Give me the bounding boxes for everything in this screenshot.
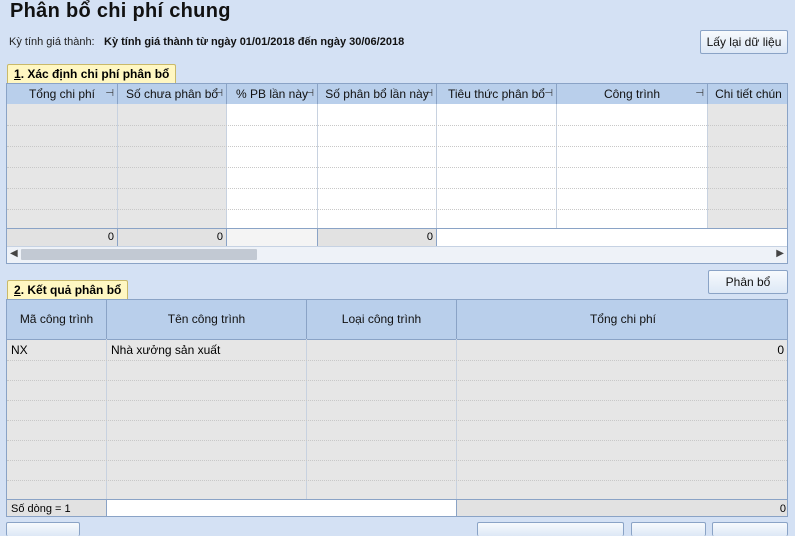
col-project-code [7, 339, 107, 499]
col-header-total-cost[interactable]: Tổng chi phí [457, 300, 787, 339]
cell-project-code: NX [11, 343, 28, 357]
row-divider [7, 420, 787, 421]
bottom-button[interactable] [6, 522, 80, 536]
row-divider [7, 480, 787, 481]
tab-number: 2 [14, 283, 21, 297]
bottom-button[interactable] [712, 522, 788, 536]
footer-blank [107, 500, 457, 516]
col-header-project-code[interactable]: Mã công trình [7, 300, 107, 339]
col-project-name [107, 339, 307, 499]
row-divider [7, 125, 787, 126]
total-cost-sum: 0 [7, 229, 118, 246]
pin-icon[interactable]: ⊣ [695, 84, 704, 104]
row-divider [7, 380, 787, 381]
col-header-project[interactable]: Công trình ⊣ [557, 84, 708, 104]
row-divider [7, 167, 787, 168]
row-divider [7, 209, 787, 210]
row-divider [7, 146, 787, 147]
tab-title: . Kết quả phân bổ [20, 283, 122, 297]
pin-icon[interactable]: ⊣ [544, 84, 553, 104]
footer-row: Số dòng = 1 0 [7, 499, 787, 516]
allocation-result-grid[interactable]: Mã công trình Tên công trình Loại công t… [6, 299, 788, 517]
allocated-now-sum: 0 [318, 229, 437, 246]
arrow-left-icon[interactable]: ◀ [10, 248, 18, 259]
cell-project-type [307, 340, 457, 360]
row-divider [7, 400, 787, 401]
period-value: Kỳ tính giá thành từ ngày 01/01/2018 đến… [104, 36, 405, 48]
row-divider [7, 460, 787, 461]
percent-sum [227, 229, 318, 246]
arrow-right-icon[interactable]: ▶ [776, 248, 784, 259]
bottom-button[interactable] [631, 522, 706, 536]
cost-allocation-grid[interactable]: Tổng chi phí ⊣ Số chưa phân bổ ⊣ % PB lần … [6, 83, 788, 264]
tab-title: . Xác định chi phí phân bổ [20, 67, 170, 81]
pin-icon[interactable]: ⊣ [424, 84, 433, 104]
allocate-button[interactable]: Phân bổ [708, 270, 788, 294]
footer-total: 0 [779, 503, 786, 515]
remaining-sum [437, 229, 787, 246]
table-row[interactable]: NX Nhà xưởng sản xuất 0 [7, 340, 787, 360]
col-header-project-name[interactable]: Tên công trình [107, 300, 307, 339]
col-header-details[interactable]: Chi tiết chún [708, 84, 787, 104]
page-title: Phân bổ chi phí chung [10, 0, 231, 22]
tab-cost-allocation[interactable]: 1. Xác định chi phí phân bổ [7, 64, 177, 84]
pin-icon[interactable]: ⊣ [214, 84, 223, 104]
horizontal-scrollbar[interactable]: ◀ ▶ [7, 246, 787, 263]
row-divider [7, 188, 787, 189]
totals-row: 0 0 0 [7, 228, 787, 246]
col-project-type [307, 339, 457, 499]
tab-allocation-result[interactable]: 2. Kết quả phân bổ [7, 280, 129, 300]
pin-icon[interactable]: ⊣ [305, 84, 314, 104]
row-divider [7, 440, 787, 441]
grid-header: Tổng chi phí ⊣ Số chưa phân bổ ⊣ % PB lần … [7, 84, 787, 105]
reload-data-button[interactable]: Lấy lại dữ liệu [700, 30, 788, 54]
bottom-button[interactable] [477, 522, 624, 536]
period-label: Kỳ tính giá thành: [9, 36, 95, 48]
grid-header: Mã công trình Tên công trình Loại công t… [7, 300, 787, 340]
col-header-percent[interactable]: % PB lần này ⊣ [227, 84, 318, 104]
unallocated-sum: 0 [118, 229, 227, 246]
cell-total-cost: 0 [777, 343, 784, 357]
col-header-total-cost[interactable]: Tổng chi phí ⊣ [7, 84, 118, 104]
col-header-criteria[interactable]: Tiêu thức phân bổ ⊣ [437, 84, 557, 104]
row-divider [7, 360, 787, 361]
scrollbar-thumb[interactable] [21, 249, 257, 260]
col-header-project-type[interactable]: Loại công trình [307, 300, 457, 339]
col-header-allocated-now[interactable]: Số phân bổ lần này ⊣ [318, 84, 437, 104]
cell-project-name: Nhà xưởng sản xuất [111, 343, 221, 357]
tab-number: 1 [14, 67, 21, 81]
col-header-unallocated[interactable]: Số chưa phân bổ ⊣ [118, 84, 227, 104]
pin-icon[interactable]: ⊣ [105, 84, 114, 104]
row-count: Số dòng = 1 [7, 500, 107, 516]
